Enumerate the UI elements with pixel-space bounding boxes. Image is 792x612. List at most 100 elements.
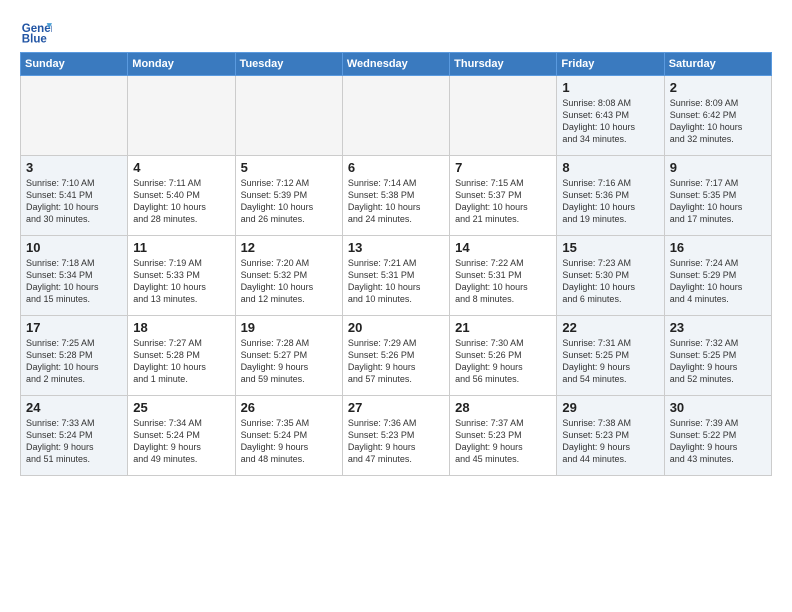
- calendar-cell: 8 Sunrise: 7:16 AM Sunset: 5:36 PM Daylig…: [557, 156, 664, 236]
- cell-info: Sunrise: 7:22 AM Sunset: 5:31 PM Dayligh…: [455, 257, 552, 306]
- cell-info: Sunrise: 8:08 AM Sunset: 6:43 PM Dayligh…: [562, 97, 659, 146]
- day-number: 19: [241, 320, 338, 335]
- day-number: 25: [133, 400, 230, 415]
- weekday-header-wednesday: Wednesday: [342, 53, 449, 76]
- calendar-cell: 3 Sunrise: 7:10 AM Sunset: 5:41 PM Daylig…: [21, 156, 128, 236]
- day-number: 3: [26, 160, 123, 175]
- cell-info: Sunrise: 7:23 AM Sunset: 5:30 PM Dayligh…: [562, 257, 659, 306]
- cell-info: Sunrise: 7:37 AM Sunset: 5:23 PM Dayligh…: [455, 417, 552, 466]
- cell-info: Sunrise: 7:24 AM Sunset: 5:29 PM Dayligh…: [670, 257, 767, 306]
- weekday-header-monday: Monday: [128, 53, 235, 76]
- calendar-cell: [342, 76, 449, 156]
- calendar-cell: 12 Sunrise: 7:20 AM Sunset: 5:32 PM Dayli…: [235, 236, 342, 316]
- calendar-cell: 25 Sunrise: 7:34 AM Sunset: 5:24 PM Dayli…: [128, 396, 235, 476]
- day-number: 27: [348, 400, 445, 415]
- day-number: 24: [26, 400, 123, 415]
- day-number: 11: [133, 240, 230, 255]
- calendar-cell: 28Sunrise: 7:37 AM Sunset: 5:23 PM Dayli…: [450, 396, 557, 476]
- calendar-cell: 30 Sunrise: 7:39 AM Sunset: 5:22 PM Dayli…: [664, 396, 771, 476]
- week-row-1: 1Sunrise: 8:08 AM Sunset: 6:43 PM Daylig…: [21, 76, 772, 156]
- weekday-header-tuesday: Tuesday: [235, 53, 342, 76]
- day-number: 26: [241, 400, 338, 415]
- calendar-cell: 4Sunrise: 7:11 AM Sunset: 5:40 PM Daylig…: [128, 156, 235, 236]
- logo: General Blue: [20, 16, 56, 48]
- calendar-cell: 20 Sunrise: 7:29 AM Sunset: 5:26 PM Dayli…: [342, 316, 449, 396]
- calendar-cell: 2 Sunrise: 8:09 AM Sunset: 6:42 PM Daylig…: [664, 76, 771, 156]
- cell-info: Sunrise: 7:17 AM Sunset: 5:35 PM Dayligh…: [670, 177, 767, 226]
- calendar-cell: 27 Sunrise: 7:36 AM Sunset: 5:23 PM Dayli…: [342, 396, 449, 476]
- cell-info: Sunrise: 7:28 AM Sunset: 5:27 PM Dayligh…: [241, 337, 338, 386]
- cell-info: Sunrise: 7:10 AM Sunset: 5:41 PM Dayligh…: [26, 177, 123, 226]
- day-number: 29: [562, 400, 659, 415]
- calendar-cell: 10 Sunrise: 7:18 AM Sunset: 5:34 PM Dayli…: [21, 236, 128, 316]
- cell-info: Sunrise: 7:29 AM Sunset: 5:26 PM Dayligh…: [348, 337, 445, 386]
- day-number: 16: [670, 240, 767, 255]
- calendar-cell: 7 Sunrise: 7:15 AM Sunset: 5:37 PM Daylig…: [450, 156, 557, 236]
- cell-info: Sunrise: 7:20 AM Sunset: 5:32 PM Dayligh…: [241, 257, 338, 306]
- weekday-header-sunday: Sunday: [21, 53, 128, 76]
- cell-info: Sunrise: 7:34 AM Sunset: 5:24 PM Dayligh…: [133, 417, 230, 466]
- day-number: 20: [348, 320, 445, 335]
- calendar-cell: 13 Sunrise: 7:21 AM Sunset: 5:31 PM Dayli…: [342, 236, 449, 316]
- day-number: 30: [670, 400, 767, 415]
- calendar-cell: 21 Sunrise: 7:30 AM Sunset: 5:26 PM Dayli…: [450, 316, 557, 396]
- day-number: 10: [26, 240, 123, 255]
- day-number: 15: [562, 240, 659, 255]
- header: General Blue: [20, 16, 772, 48]
- cell-info: Sunrise: 7:30 AM Sunset: 5:26 PM Dayligh…: [455, 337, 552, 386]
- logo-icon: General Blue: [20, 16, 52, 48]
- day-number: 22: [562, 320, 659, 335]
- cell-info: Sunrise: 7:25 AM Sunset: 5:28 PM Dayligh…: [26, 337, 123, 386]
- calendar-cell: 5 Sunrise: 7:12 AM Sunset: 5:39 PM Daylig…: [235, 156, 342, 236]
- cell-info: Sunrise: 7:31 AM Sunset: 5:25 PM Dayligh…: [562, 337, 659, 386]
- cell-info: Sunrise: 7:14 AM Sunset: 5:38 PM Dayligh…: [348, 177, 445, 226]
- cell-info: Sunrise: 7:32 AM Sunset: 5:25 PM Dayligh…: [670, 337, 767, 386]
- cell-info: Sunrise: 7:33 AM Sunset: 5:24 PM Dayligh…: [26, 417, 123, 466]
- day-number: 23: [670, 320, 767, 335]
- day-number: 21: [455, 320, 552, 335]
- calendar-cell: 18Sunrise: 7:27 AM Sunset: 5:28 PM Dayli…: [128, 316, 235, 396]
- day-number: 7: [455, 160, 552, 175]
- calendar-cell: 15 Sunrise: 7:23 AM Sunset: 5:30 PM Dayli…: [557, 236, 664, 316]
- day-number: 2: [670, 80, 767, 95]
- week-row-2: 3 Sunrise: 7:10 AM Sunset: 5:41 PM Daylig…: [21, 156, 772, 236]
- day-number: 12: [241, 240, 338, 255]
- calendar-cell: 6Sunrise: 7:14 AM Sunset: 5:38 PM Daylig…: [342, 156, 449, 236]
- cell-info: Sunrise: 7:18 AM Sunset: 5:34 PM Dayligh…: [26, 257, 123, 306]
- svg-text:Blue: Blue: [22, 34, 48, 46]
- calendar-cell: 22 Sunrise: 7:31 AM Sunset: 5:25 PM Dayli…: [557, 316, 664, 396]
- cell-info: Sunrise: 7:11 AM Sunset: 5:40 PM Dayligh…: [133, 177, 230, 226]
- calendar-table: SundayMondayTuesdayWednesdayThursdayFrid…: [20, 52, 772, 476]
- cell-info: Sunrise: 7:39 AM Sunset: 5:22 PM Dayligh…: [670, 417, 767, 466]
- cell-info: Sunrise: 7:21 AM Sunset: 5:31 PM Dayligh…: [348, 257, 445, 306]
- calendar-cell: 24 Sunrise: 7:33 AM Sunset: 5:24 PM Dayli…: [21, 396, 128, 476]
- cell-info: Sunrise: 7:12 AM Sunset: 5:39 PM Dayligh…: [241, 177, 338, 226]
- calendar-cell: 19 Sunrise: 7:28 AM Sunset: 5:27 PM Dayli…: [235, 316, 342, 396]
- cell-info: Sunrise: 7:35 AM Sunset: 5:24 PM Dayligh…: [241, 417, 338, 466]
- cell-info: Sunrise: 7:36 AM Sunset: 5:23 PM Dayligh…: [348, 417, 445, 466]
- week-row-4: 17Sunrise: 7:25 AM Sunset: 5:28 PM Dayli…: [21, 316, 772, 396]
- calendar-cell: 26 Sunrise: 7:35 AM Sunset: 5:24 PM Dayli…: [235, 396, 342, 476]
- calendar-cell: [21, 76, 128, 156]
- calendar-cell: 14 Sunrise: 7:22 AM Sunset: 5:31 PM Dayli…: [450, 236, 557, 316]
- calendar-cell: 23 Sunrise: 7:32 AM Sunset: 5:25 PM Dayli…: [664, 316, 771, 396]
- day-number: 13: [348, 240, 445, 255]
- day-number: 5: [241, 160, 338, 175]
- day-number: 14: [455, 240, 552, 255]
- calendar-cell: 17Sunrise: 7:25 AM Sunset: 5:28 PM Dayli…: [21, 316, 128, 396]
- day-number: 9: [670, 160, 767, 175]
- cell-info: Sunrise: 7:19 AM Sunset: 5:33 PM Dayligh…: [133, 257, 230, 306]
- cell-info: Sunrise: 8:09 AM Sunset: 6:42 PM Dayligh…: [670, 97, 767, 146]
- cell-info: Sunrise: 7:15 AM Sunset: 5:37 PM Dayligh…: [455, 177, 552, 226]
- calendar-cell: 9 Sunrise: 7:17 AM Sunset: 5:35 PM Daylig…: [664, 156, 771, 236]
- calendar-cell: [450, 76, 557, 156]
- day-number: 8: [562, 160, 659, 175]
- weekday-header-saturday: Saturday: [664, 53, 771, 76]
- calendar-cell: 29Sunrise: 7:38 AM Sunset: 5:23 PM Dayli…: [557, 396, 664, 476]
- week-row-5: 24 Sunrise: 7:33 AM Sunset: 5:24 PM Dayli…: [21, 396, 772, 476]
- day-number: 18: [133, 320, 230, 335]
- weekday-header-friday: Friday: [557, 53, 664, 76]
- cell-info: Sunrise: 7:16 AM Sunset: 5:36 PM Dayligh…: [562, 177, 659, 226]
- calendar-cell: [128, 76, 235, 156]
- week-row-3: 10 Sunrise: 7:18 AM Sunset: 5:34 PM Dayli…: [21, 236, 772, 316]
